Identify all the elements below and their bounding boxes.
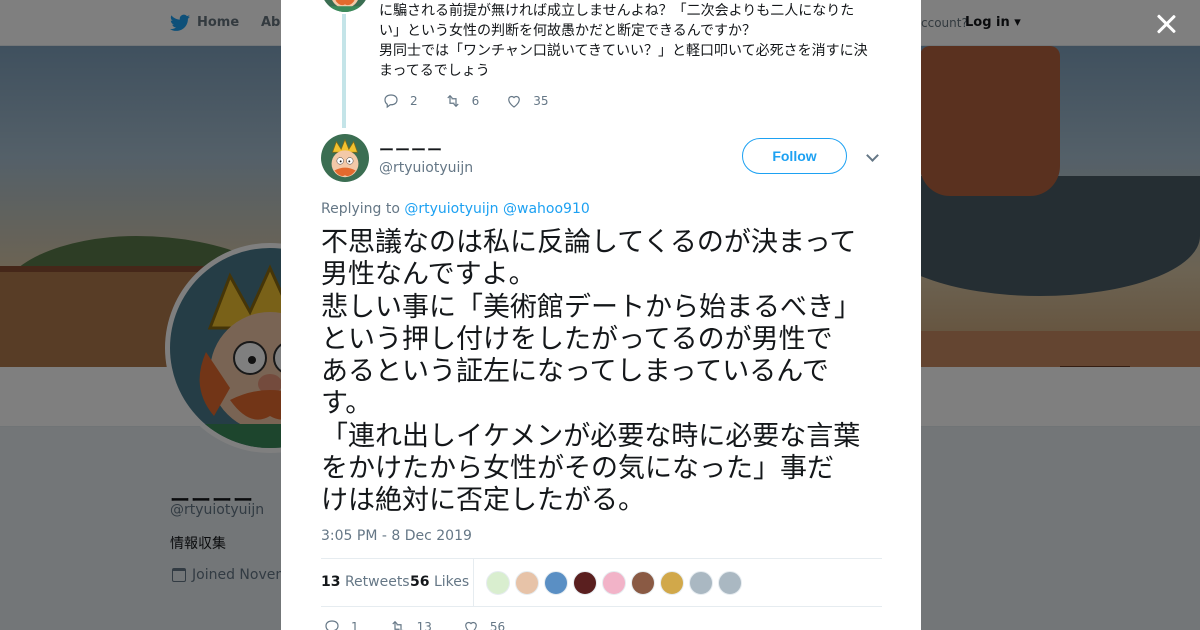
tweet-text-line: 男性なんですよ。 <box>321 259 536 291</box>
previous-tweet-line: い」という女性の判断を何故愚かだと断定できるんですか？ <box>379 23 757 39</box>
like-count: 35 <box>533 94 549 108</box>
liker-avatar[interactable] <box>660 571 684 595</box>
mention-link[interactable]: @wahoo910 <box>503 201 590 217</box>
stats-divider <box>321 558 882 559</box>
heart-icon <box>508 95 521 108</box>
liker-avatar[interactable] <box>515 571 539 595</box>
tweet-text-line: 不思議なのは私に反論してくるのが決まって <box>321 227 857 258</box>
thread-connector-line <box>342 14 346 128</box>
likes-stat[interactable]: 56 Likes <box>410 574 469 590</box>
retweet-icon <box>391 620 403 630</box>
tweet-text-line: す。 <box>321 388 373 420</box>
tweet-text-line: という押し付けをしたがってるのが男性で <box>321 323 833 355</box>
liker-avatar[interactable] <box>718 571 742 595</box>
liker-avatar[interactable] <box>486 571 510 595</box>
tweet-text-line: 悲しい事に「美術館デートから始まるべき」 <box>321 291 861 323</box>
retweets-stat[interactable]: 13 Retweets <box>321 574 410 590</box>
retweet-icon <box>446 94 459 108</box>
liker-avatar[interactable] <box>631 571 655 595</box>
like-action[interactable]: 35 <box>505 92 549 110</box>
replying-to-label: Replying to <box>321 201 405 217</box>
like-action[interactable]: 56 <box>462 618 505 630</box>
previous-tweet-line: まってるでしょう <box>379 63 490 79</box>
tweet-text-line: をかけたから女性がその気になった」事だ <box>321 453 834 485</box>
tweet-author-avatar[interactable] <box>321 134 369 182</box>
tweet-timestamp[interactable]: 3:05 PM - 8 Dec 2019 <box>321 528 472 544</box>
previous-tweet-text: に騙される前提が無ければ成立しませんよね？「二次会よりも二人になりた い」という… <box>379 1 879 81</box>
stats-separator <box>473 559 474 606</box>
king-avatar-icon <box>321 134 369 182</box>
previous-tweet-line: 男同士では「ワンチャン口説いてきていい？」と軽口叩いて必死さを消すに決 <box>379 43 868 59</box>
close-icon[interactable] <box>1154 12 1178 36</box>
reply-icon <box>384 94 398 109</box>
liker-avatar[interactable] <box>689 571 713 595</box>
tweet-author-name[interactable]: ーーーー <box>379 139 443 160</box>
likes-stat-label: Likes <box>433 574 470 590</box>
reply-action[interactable]: 1 <box>323 618 359 630</box>
heart-icon <box>465 621 477 630</box>
tweet-actions: 1 13 56 <box>323 618 535 630</box>
tweet-modal: に騙される前提が無ければ成立しませんよね？「二次会よりも二人になりた い」という… <box>281 0 921 630</box>
liker-avatar[interactable] <box>573 571 597 595</box>
like-count: 56 <box>489 620 506 630</box>
liker-avatar[interactable] <box>602 571 626 595</box>
retweet-count: 6 <box>471 94 480 108</box>
liker-avatar[interactable] <box>544 571 568 595</box>
mention-link[interactable]: @rtyuiotyuijn <box>404 201 498 217</box>
replying-to: Replying to @rtyuiotyuijn @wahoo910 <box>321 201 590 217</box>
retweets-stat-count: 13 <box>321 574 341 590</box>
retweet-action[interactable]: 13 <box>389 618 432 630</box>
likes-stat-count: 56 <box>410 574 430 590</box>
reply-count: 2 <box>410 94 418 108</box>
liker-avatars <box>486 571 742 595</box>
retweet-action[interactable]: 6 <box>444 92 480 110</box>
reply-count: 1 <box>351 620 359 630</box>
king-avatar-icon <box>321 0 369 12</box>
retweets-stat-label: Retweets <box>344 574 410 590</box>
tweet-text: 不思議なのは私に反論してくるのが決まって 男性なんですよ。 悲しい事に「美術館デ… <box>321 227 891 518</box>
tweet-text-line: あるという証左になってしまっているんで <box>321 356 829 388</box>
follow-button[interactable]: Follow <box>742 138 847 174</box>
tweet-text-line: 「連れ出しイケメンが必要な時に必要な言葉 <box>321 420 861 452</box>
reply-action[interactable]: 2 <box>382 92 418 110</box>
previous-tweet-line: に騙される前提が無ければ成立しませんよね？「二次会よりも二人になりた <box>379 3 855 19</box>
tweet-text-line: けは絶対に否定したがる。 <box>321 485 645 517</box>
tweet-author-handle[interactable]: @rtyuiotyuijn <box>379 160 473 176</box>
stats-divider <box>321 606 882 607</box>
previous-tweet-actions: 2 6 35 <box>382 92 575 110</box>
previous-tweet-avatar[interactable] <box>321 0 369 12</box>
retweet-count: 13 <box>416 620 432 630</box>
chevron-down-icon[interactable] <box>865 150 879 164</box>
reply-icon <box>325 620 339 630</box>
